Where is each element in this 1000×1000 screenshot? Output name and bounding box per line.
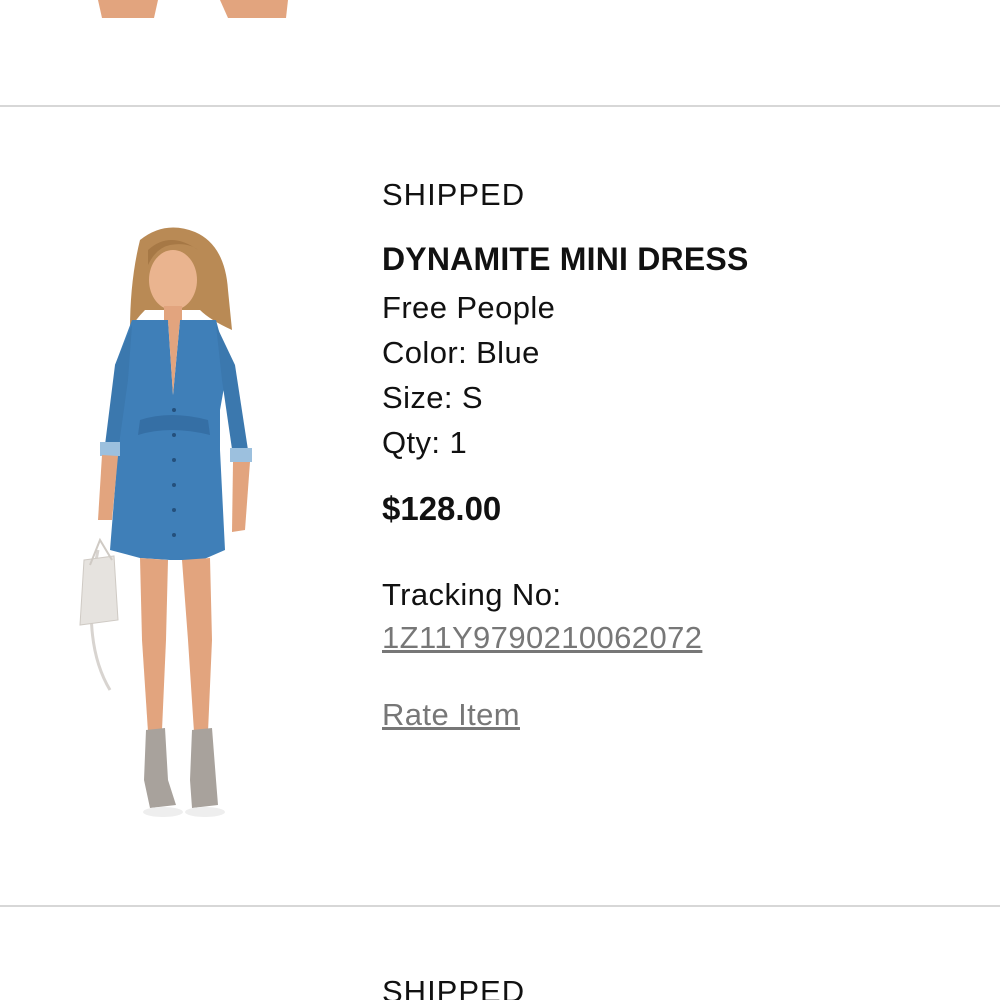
- tracking-number-link[interactable]: 1Z11Y9790210062072: [382, 620, 702, 656]
- tracking-label: Tracking No:: [382, 577, 562, 612]
- shipping-status: SHIPPED: [382, 177, 526, 212]
- item-divider: [0, 905, 1000, 907]
- rate-item-link[interactable]: Rate Item: [382, 697, 520, 733]
- item-divider: [0, 105, 1000, 107]
- product-color: Color: Blue: [382, 335, 540, 370]
- product-quantity: Qty: 1: [382, 425, 468, 460]
- next-item-shipping-status: SHIPPED: [382, 974, 526, 1000]
- product-name[interactable]: DYNAMITE MINI DRESS: [382, 241, 749, 278]
- product-brand: Free People: [382, 290, 556, 325]
- product-size: Size: S: [382, 380, 484, 415]
- order-items-list: SHIPPED DYNAMITE MINI DRESS Free People …: [0, 0, 1000, 1000]
- product-price: $128.00: [382, 490, 502, 527]
- previous-product-image[interactable]: [90, 0, 290, 18]
- product-image[interactable]: [70, 220, 280, 820]
